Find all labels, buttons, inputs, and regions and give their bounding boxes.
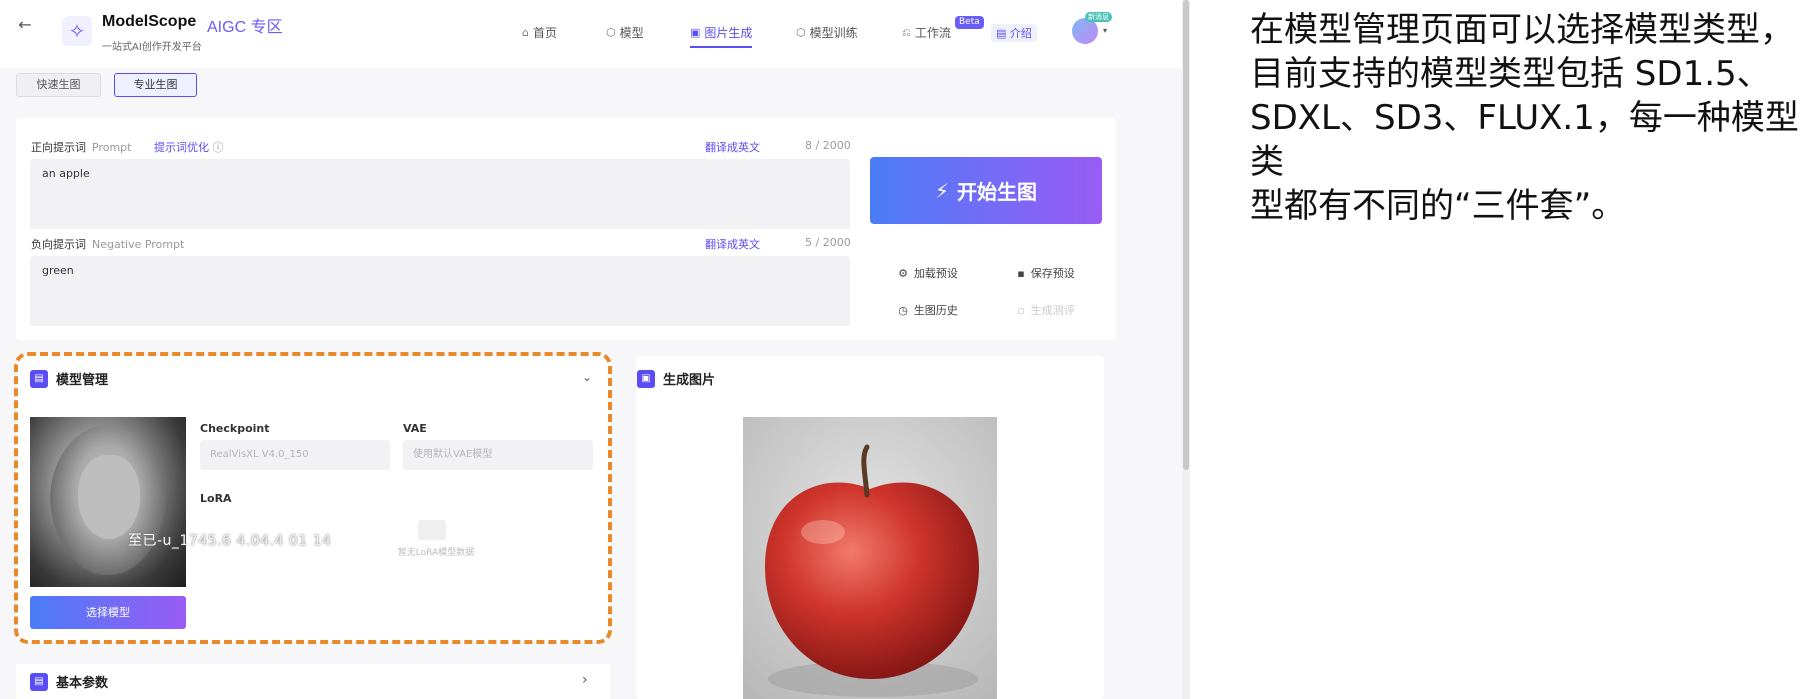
translate-positive-link[interactable]: 翻译成英文 [705, 139, 760, 155]
nav-model-training[interactable]: ⬡ 模型训练 [796, 24, 858, 41]
generated-image-header: ▣ 生成图片 [637, 369, 715, 388]
image-icon: ▣ [690, 26, 701, 39]
modelscope-app: ← ✧ ModelScope AIGC 专区 一站式AI创作开发平台 ⌂ 首页 … [0, 0, 1182, 699]
intro-button[interactable]: ▤ 介绍 [991, 24, 1037, 42]
clock-icon: ◷ [898, 303, 908, 317]
home-icon: ⌂ [522, 26, 529, 39]
magic-wand-icon: ✧ [62, 16, 92, 46]
disabled-action-label: 生成测评 [1030, 304, 1075, 317]
nav-image-generation-label: 图片生成 [704, 26, 753, 40]
positive-prompt-label-text: 正向提示词 [31, 141, 86, 154]
prompt-optimize-link[interactable]: 提示词优化 ⓘ [154, 139, 224, 155]
translate-negative-link[interactable]: 翻译成英文 [705, 236, 760, 252]
nav-image-generation[interactable]: ▣ 图片生成 [690, 24, 753, 48]
help-icon[interactable]: ⓘ [213, 141, 224, 154]
negative-char-count: 5 / 2000 [805, 236, 851, 249]
nav-home[interactable]: ⌂ 首页 [522, 24, 557, 41]
generated-image-title: 生成图片 [663, 373, 716, 388]
book-icon: ▤ [996, 27, 1010, 40]
save-icon: ▪ [1017, 266, 1025, 280]
negative-prompt-label: 负向提示词 Negative Prompt [31, 236, 184, 252]
nav-models-label: 模型 [619, 26, 644, 40]
tab-pro-generation[interactable]: 专业生图 [114, 73, 197, 97]
generated-apple-image[interactable] [743, 417, 997, 699]
caption-text: 在模型管理页面可以选择模型类型， 目前支持的模型类型包括 SD1.5、 SDXL… [1250, 8, 1810, 228]
positive-prompt-input[interactable]: an apple [30, 159, 850, 229]
positive-prompt-label: 正向提示词 Prompt [31, 139, 131, 155]
image-icon: ▣ [637, 369, 655, 388]
cube-icon: ⬡ [606, 26, 616, 39]
start-generation-button[interactable]: ⚡ 开始生图 [870, 157, 1102, 224]
basic-params-header: ▤ 基本参数 [30, 672, 108, 691]
positive-prompt-label-en: Prompt [92, 141, 132, 154]
caption-line: 目前支持的模型类型包括 SD1.5、 [1250, 54, 1771, 94]
top-header: ← ✧ ModelScope AIGC 专区 一站式AI创作开发平台 ⌂ 首页 … [0, 0, 1182, 68]
basic-params-card[interactable]: ▤ 基本参数 › [16, 664, 610, 699]
positive-char-count: 8 / 2000 [805, 139, 851, 152]
doc-icon: ▫ [1017, 303, 1025, 317]
tab-quick-generation[interactable]: 快速生图 [16, 73, 101, 97]
negative-prompt-input[interactable]: green [30, 256, 850, 326]
nav-home-label: 首页 [532, 26, 557, 40]
back-arrow-icon[interactable]: ← [14, 14, 36, 36]
brand-name[interactable]: ModelScope [102, 13, 196, 31]
cube-icon: ⬡ [796, 26, 806, 39]
caption-line: SDXL、SD3、FLUX.1，每一种模型类 [1250, 98, 1799, 182]
disabled-action-button[interactable]: ▫ 生成测评 [992, 296, 1100, 324]
workflow-icon: ⎌ [902, 25, 911, 39]
load-preset-label: 加载预设 [913, 267, 958, 280]
prompt-optimize-label: 提示词优化 [154, 141, 209, 154]
negative-prompt-label-en: Negative Prompt [92, 238, 185, 251]
apple-illustration [743, 417, 997, 699]
nav-workflow[interactable]: ⎌ 工作流 [902, 24, 951, 41]
load-preset-button[interactable]: ⚙ 加载预设 [874, 259, 982, 287]
history-label: 生图历史 [913, 304, 958, 317]
nav-models[interactable]: ⬡ 模型 [606, 24, 644, 41]
scrollbar[interactable] [1182, 0, 1190, 699]
lightning-icon: ⚡ [934, 178, 950, 203]
nav-model-training-label: 模型训练 [809, 26, 858, 40]
history-button[interactable]: ◷ 生图历史 [874, 296, 982, 324]
start-generation-label: 开始生图 [957, 180, 1038, 204]
save-preset-button[interactable]: ▪ 保存预设 [992, 259, 1100, 287]
negative-prompt-label-text: 负向提示词 [31, 238, 86, 251]
sliders-icon: ▤ [30, 672, 48, 691]
nav-workflow-label: 工作流 [914, 26, 951, 40]
chevron-right-icon[interactable]: › [582, 672, 588, 688]
brand-tagline: 一站式AI创作开发平台 [102, 42, 202, 53]
chevron-down-icon[interactable]: ▾ [1103, 26, 1107, 35]
basic-params-title: 基本参数 [56, 676, 109, 691]
beta-badge: Beta [955, 16, 984, 29]
save-preset-label: 保存预设 [1030, 267, 1075, 280]
gear-icon: ⚙ [898, 266, 908, 280]
scrollbar-thumb[interactable] [1183, 0, 1189, 470]
caption-line: 在模型管理页面可以选择模型类型， [1250, 10, 1794, 50]
highlight-box [14, 352, 612, 644]
caption-line: 型都有不同的“三件套”。 [1250, 186, 1626, 226]
aigc-zone-label: AIGC 专区 [207, 19, 283, 36]
avatar-badge: 新消息 [1085, 12, 1112, 22]
intro-label: 介绍 [1009, 27, 1032, 40]
